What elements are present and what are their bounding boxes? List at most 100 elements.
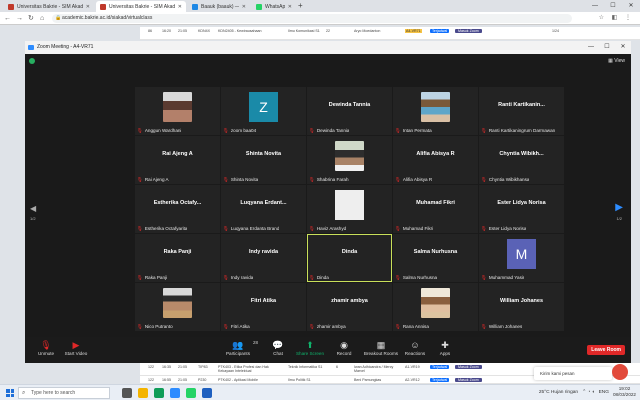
participant-name: Raka Panji	[144, 275, 168, 280]
new-tab-button[interactable]: +	[298, 1, 303, 11]
tab-close-icon[interactable]: ✕	[86, 4, 90, 10]
chat-avatar-icon[interactable]	[612, 364, 628, 380]
minimize-icon[interactable]: —	[583, 41, 599, 54]
participant-photo	[421, 288, 450, 318]
close-icon[interactable]: ✕	[615, 41, 631, 54]
participant-tile[interactable]: William Johanes 🎙 William Johanes	[479, 283, 564, 331]
browser-tab-strip: Universitas Bakrie - SIM Akadem ✕ Universi…	[0, 0, 640, 12]
web-table-row: 86 16:20 21:05 KDN4X KDN2405 - Kewirausa…	[140, 27, 640, 40]
participant-tile[interactable]: Rai Ajeng A 🎙 Rai Ajeng A	[135, 136, 220, 184]
participant-tile[interactable]: M 🎙 Muhammad Yasir	[479, 234, 564, 282]
masuk-zoom-button[interactable]: Masuk Zoom	[455, 29, 482, 33]
participant-photo	[335, 190, 364, 220]
participant-display-name: Alifia Abisya R	[416, 151, 455, 157]
browser-tab[interactable]: Baauk (baauk) — ImgBB✕	[188, 1, 250, 12]
participant-name: Salma Nurhusna	[402, 275, 438, 280]
participant-tile[interactable]: Muhamad Fikri 🎙 Muhamad Fikri	[393, 185, 478, 233]
tab-label: Universitas Bakrie - SIM Akadem	[17, 3, 83, 10]
tray-icons[interactable]: ⌃ ◔ ◖	[582, 390, 594, 395]
whatsapp-icon[interactable]	[186, 388, 196, 398]
chat-popup[interactable]: Kirim kami pesan	[534, 367, 612, 380]
participant-tile[interactable]: Salma Nurhusna 🎙 Salma Nurhusna	[393, 234, 478, 282]
encryption-shield-icon[interactable]	[29, 58, 35, 64]
maximize-icon[interactable]: ☐	[599, 41, 615, 54]
participant-tile[interactable]: Z 🎙 zoom baa04	[221, 87, 306, 135]
participant-tile[interactable]: Raka Panji 🎙 Raka Panji	[135, 234, 220, 282]
participant-name-label: 🎙 Muhammad Yasir	[481, 275, 524, 281]
tab-label: Baauk (baauk) — ImgBB	[201, 3, 239, 10]
home-icon[interactable]: ⌂	[40, 14, 44, 23]
maximize-icon[interactable]: ☐	[604, 0, 622, 12]
microphone-muted-icon: 🎙	[309, 128, 315, 133]
forward-icon[interactable]: →	[16, 14, 23, 23]
file-explorer-icon[interactable]	[138, 388, 148, 398]
chrome-icon[interactable]	[154, 388, 164, 398]
participant-name: Muhamad Fikri	[402, 226, 434, 231]
participant-tile[interactable]: 🎙 Shabrina Farah	[307, 136, 392, 184]
view-button[interactable]: ▦ View	[608, 58, 625, 64]
participant-name: Rana Annisa	[402, 324, 429, 329]
microphone-muted-icon: 🎙	[223, 226, 229, 231]
participant-tile[interactable]: Estherika Octafy... 🎙 Estherika Octafyarit…	[135, 185, 220, 233]
back-icon[interactable]: ←	[4, 14, 11, 23]
participant-tile[interactable]: 🎙 Intan Permata	[393, 87, 478, 135]
participant-display-name: Rai Ajeng A	[162, 151, 193, 157]
tab-close-icon[interactable]: ✕	[242, 4, 246, 10]
participant-tile[interactable]: 🎙 Haviz Arashyd	[307, 185, 392, 233]
browser-extension-icons[interactable]: ☆ ◧ ⋮	[599, 14, 634, 21]
apps-button[interactable]: ✚ Apps	[424, 339, 466, 356]
previous-page-arrow-icon[interactable]: ◀	[30, 204, 36, 213]
browser-tab[interactable]: Universitas Bakrie - SIM Akadem ✕	[4, 1, 94, 12]
participant-tile[interactable]: Alifia Abisya R 🎙 Alifia Abisya R	[393, 136, 478, 184]
taskbar-search-input[interactable]: ⌕ Type here to search	[18, 387, 110, 399]
browser-tab[interactable]: Universitas Bakrie - SIM Akadem ✕	[96, 1, 186, 12]
participant-display-name: Ester Lidya Norisa	[497, 200, 546, 206]
participant-tile[interactable]: Dinda 🎙 Dinda	[307, 234, 392, 282]
participant-tile[interactable]: Fitri Atika 🎙 Fitri Atika	[221, 283, 306, 331]
apps-icon: ✚	[441, 340, 449, 350]
record-button[interactable]: ◉ Record	[323, 339, 365, 356]
participant-tile[interactable]: 🎙 Anggun Wardhani	[135, 87, 220, 135]
participant-name-label: 🎙 Estherika Octafyarita	[137, 226, 187, 232]
task-view-icon[interactable]	[122, 388, 132, 398]
microphone-muted-icon: 🎙	[481, 324, 487, 329]
search-icon: ⌕	[22, 390, 26, 396]
participant-name-label: 🎙 Haviz Arashyd	[309, 226, 346, 232]
clock[interactable]: 19:02 08/03/2022	[613, 386, 636, 398]
leave-room-button[interactable]: Leave Room	[587, 345, 625, 355]
participant-tile[interactable]: 🎙 Nico Putranto	[135, 283, 220, 331]
participant-tile[interactable]: Luqyana Erdant... 🎙 Luqyana Erdanta Brand	[221, 185, 306, 233]
language-indicator[interactable]: ENG	[599, 390, 609, 395]
reload-icon[interactable]: ↻	[28, 14, 34, 23]
zoom-app-icon[interactable]	[170, 388, 180, 398]
masuk-zoom-button[interactable]: Masuk Zoom	[455, 378, 482, 382]
participant-tile[interactable]: Ranti Kartikanin... 🎙 Ranti Kartikaningrum…	[479, 87, 564, 135]
weather-label[interactable]: 25°C Hujan ringan	[539, 390, 578, 395]
participant-name-label: 🎙 Salma Nurhusna	[395, 275, 437, 281]
participant-name-label: 🎙 Ranti Kartikaningrum Darmawan	[481, 128, 555, 134]
participant-avatar: M	[507, 239, 536, 269]
microphone-muted-icon: 🎙	[481, 275, 487, 280]
participant-tile[interactable]: Shinta Novita 🎙 Shinta Novita	[221, 136, 306, 184]
url-field[interactable]: 🔒 academic.bakrie.ac.id/siakad/virtualcl…	[52, 14, 572, 23]
tab-close-icon[interactable]: ✕	[288, 4, 292, 10]
word-icon[interactable]	[202, 388, 212, 398]
start-video-button[interactable]: ▶ Start Video	[55, 339, 97, 356]
masuk-zoom-button[interactable]: Masuk Zoom	[455, 365, 482, 369]
windows-start-icon[interactable]	[6, 389, 14, 397]
participant-display-name: Dewinda Tannia	[328, 102, 371, 108]
participant-tile[interactable]: Chyntia Wibikh... 🎙 Chyntia Wibikhansa	[479, 136, 564, 184]
participant-tile[interactable]: zhamir ambya 🎙 zhamir ambya	[307, 283, 392, 331]
close-icon[interactable]: ✕	[622, 0, 640, 12]
browser-tab[interactable]: WhatsApp✕	[252, 1, 296, 12]
microphone-muted-icon: 🎙	[309, 275, 315, 280]
minimize-icon[interactable]: —	[586, 0, 604, 12]
participant-display-name: Salma Nurhusna	[413, 249, 458, 255]
next-page-arrow-icon[interactable]: ▶	[615, 202, 623, 213]
participant-tile[interactable]: 🎙 Rana Annisa	[393, 283, 478, 331]
participant-tile[interactable]: Dewinda Tannia 🎙 Dewinda Tannia	[307, 87, 392, 135]
participant-tile[interactable]: Ester Lidya Norisa 🎙 Ester Lidya Norisa	[479, 185, 564, 233]
tab-close-icon[interactable]: ✕	[178, 4, 182, 10]
participant-tile[interactable]: Indy ravida 🎙 Indy ravida	[221, 234, 306, 282]
participant-name: Shabrina Farah	[316, 177, 349, 182]
